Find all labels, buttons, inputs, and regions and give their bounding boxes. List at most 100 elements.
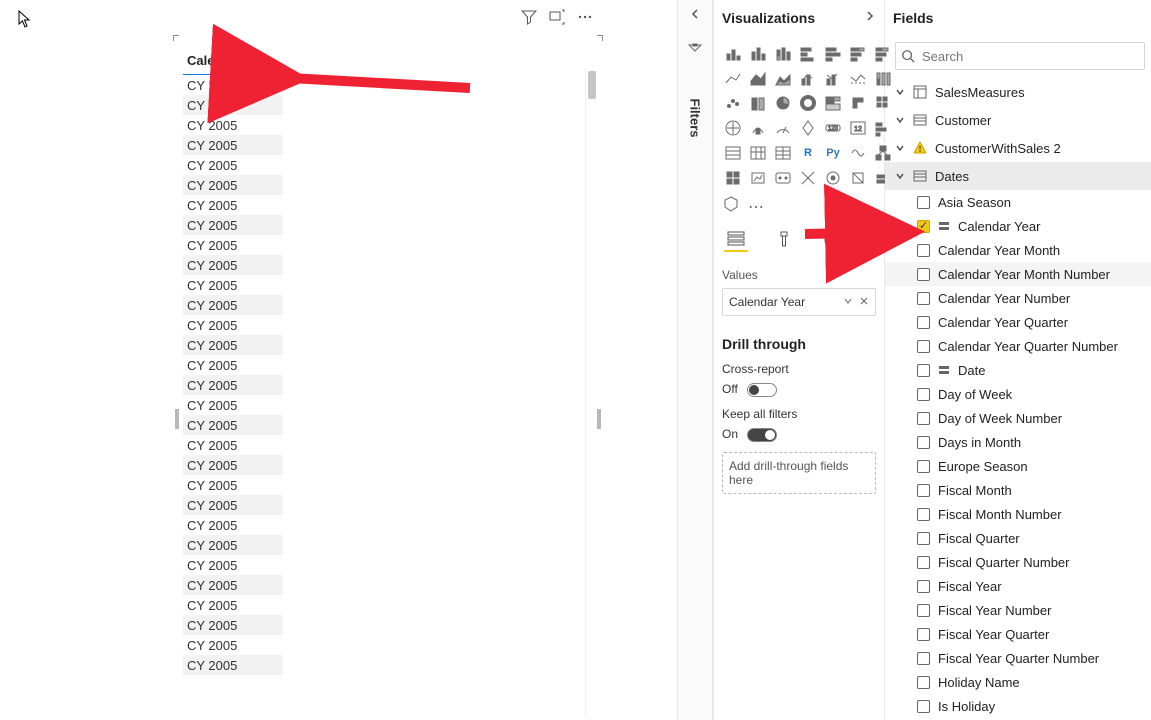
field-row[interactable]: Calendar Year Quarter: [893, 310, 1151, 334]
field-checkbox[interactable]: [917, 340, 930, 353]
viz-type-icon[interactable]: 123: [822, 117, 844, 139]
field-row[interactable]: Fiscal Year Number: [893, 598, 1151, 622]
field-row[interactable]: Fiscal Quarter Number: [893, 550, 1151, 574]
viz-type-icon[interactable]: [847, 42, 869, 64]
table-row[interactable]: CY 2005: [183, 555, 283, 575]
table-row[interactable]: CY 2005: [183, 115, 283, 135]
field-checkbox[interactable]: [917, 484, 930, 497]
table-row[interactable]: CY 2005: [183, 315, 283, 335]
table-row[interactable]: CY 2005: [183, 75, 283, 95]
field-checkbox[interactable]: [917, 700, 930, 713]
field-row[interactable]: Day of Week Number: [893, 406, 1151, 430]
field-row[interactable]: Day of Week: [893, 382, 1151, 406]
field-checkbox[interactable]: [917, 580, 930, 593]
table-item[interactable]: Dates: [885, 162, 1151, 190]
fields-tab[interactable]: [724, 228, 748, 252]
field-checkbox[interactable]: [917, 364, 930, 377]
table-row[interactable]: CY 2005: [183, 435, 283, 455]
table-row[interactable]: CY 2005: [183, 535, 283, 555]
field-checkbox[interactable]: [917, 292, 930, 305]
field-checkbox[interactable]: [917, 196, 930, 209]
table-row[interactable]: CY 2005: [183, 415, 283, 435]
table-row[interactable]: CY 2005: [183, 215, 283, 235]
field-row[interactable]: Holiday Name: [893, 670, 1151, 694]
focus-mode-icon[interactable]: [549, 9, 565, 30]
table-row[interactable]: CY 2005: [183, 155, 283, 175]
viz-type-icon[interactable]: [797, 42, 819, 64]
field-checkbox[interactable]: [917, 268, 930, 281]
more-visuals-icon[interactable]: ⋯: [748, 197, 764, 217]
field-row[interactable]: Calendar Year Month: [893, 238, 1151, 262]
field-row[interactable]: Calendar Year Month Number: [885, 262, 1151, 286]
field-checkbox[interactable]: [917, 628, 930, 641]
filters-pane-collapsed[interactable]: Filters: [677, 0, 713, 720]
table-row[interactable]: CY 2005: [183, 335, 283, 355]
viz-type-icon[interactable]: [797, 67, 819, 89]
table-row[interactable]: CY 2005: [183, 175, 283, 195]
viz-type-icon[interactable]: [722, 167, 744, 189]
viz-type-icon[interactable]: R: [797, 142, 819, 164]
table-row[interactable]: CY 2005: [183, 495, 283, 515]
field-row[interactable]: Calendar Year Quarter Number: [893, 334, 1151, 358]
viz-type-icon[interactable]: [847, 67, 869, 89]
viz-type-icon[interactable]: [747, 167, 769, 189]
viz-type-icon[interactable]: [847, 142, 869, 164]
table-row[interactable]: CY 2005: [183, 455, 283, 475]
field-row[interactable]: Calendar Year Number: [893, 286, 1151, 310]
field-checkbox[interactable]: [917, 460, 930, 473]
chevron-down-icon[interactable]: [843, 295, 853, 309]
more-options-icon[interactable]: [577, 9, 593, 30]
viz-type-icon[interactable]: [822, 92, 844, 114]
field-checkbox[interactable]: [917, 532, 930, 545]
viz-type-icon[interactable]: [772, 142, 794, 164]
table-row[interactable]: CY 2005: [183, 635, 283, 655]
field-checkbox[interactable]: [917, 676, 930, 689]
scroll-thumb[interactable]: [588, 71, 596, 99]
viz-type-icon[interactable]: [722, 142, 744, 164]
field-row[interactable]: Fiscal Year Quarter Number: [893, 646, 1151, 670]
table-visual[interactable]: Calendar Year CY 2005CY 2005CY 2005CY 20…: [176, 38, 600, 718]
expand-filters-icon[interactable]: [678, 0, 712, 28]
field-row[interactable]: Fiscal Month Number: [893, 502, 1151, 526]
table-row[interactable]: CY 2005: [183, 295, 283, 315]
table-row[interactable]: CY 2005: [183, 95, 283, 115]
field-checkbox[interactable]: [917, 388, 930, 401]
field-row[interactable]: Fiscal Year: [893, 574, 1151, 598]
field-checkbox[interactable]: [917, 652, 930, 665]
table-row[interactable]: CY 2005: [183, 195, 283, 215]
collapse-pane-icon[interactable]: [864, 9, 876, 27]
table-row[interactable]: CY 2005: [183, 655, 283, 675]
table-item[interactable]: Customer: [893, 106, 1151, 134]
field-row[interactable]: Fiscal Month: [893, 478, 1151, 502]
table-row[interactable]: CY 2005: [183, 235, 283, 255]
field-row[interactable]: Asia Season: [893, 190, 1151, 214]
field-row[interactable]: Is Holiday: [893, 694, 1151, 718]
field-row[interactable]: Days in Month: [893, 430, 1151, 454]
field-row[interactable]: Fiscal Year Quarter: [893, 622, 1151, 646]
viz-type-icon[interactable]: [772, 117, 794, 139]
value-field-chip[interactable]: Calendar Year: [722, 288, 876, 316]
field-row[interactable]: Fiscal Quarter: [893, 526, 1151, 550]
viz-type-icon[interactable]: [747, 67, 769, 89]
table-row[interactable]: CY 2005: [183, 275, 283, 295]
viz-type-icon[interactable]: 12: [847, 117, 869, 139]
table-row[interactable]: CY 2005: [183, 575, 283, 595]
viz-type-icon[interactable]: [772, 67, 794, 89]
field-row[interactable]: Europe Season: [893, 454, 1151, 478]
table-row[interactable]: CY 2005: [183, 475, 283, 495]
viz-type-icon[interactable]: [772, 42, 794, 64]
table-row[interactable]: CY 2005: [183, 135, 283, 155]
viz-type-icon[interactable]: [722, 117, 744, 139]
viz-type-icon[interactable]: [747, 42, 769, 64]
table-row[interactable]: CY 2005: [183, 595, 283, 615]
table-item[interactable]: SalesMeasures: [893, 78, 1151, 106]
viz-type-icon[interactable]: [822, 42, 844, 64]
column-header[interactable]: Calendar Year: [183, 43, 283, 75]
viz-type-icon[interactable]: [822, 67, 844, 89]
viz-type-icon[interactable]: [722, 67, 744, 89]
viz-type-icon[interactable]: [722, 92, 744, 114]
field-checkbox[interactable]: [917, 412, 930, 425]
custom-visual-icon[interactable]: [722, 195, 740, 218]
table-row[interactable]: CY 2005: [183, 355, 283, 375]
table-row[interactable]: CY 2005: [183, 375, 283, 395]
